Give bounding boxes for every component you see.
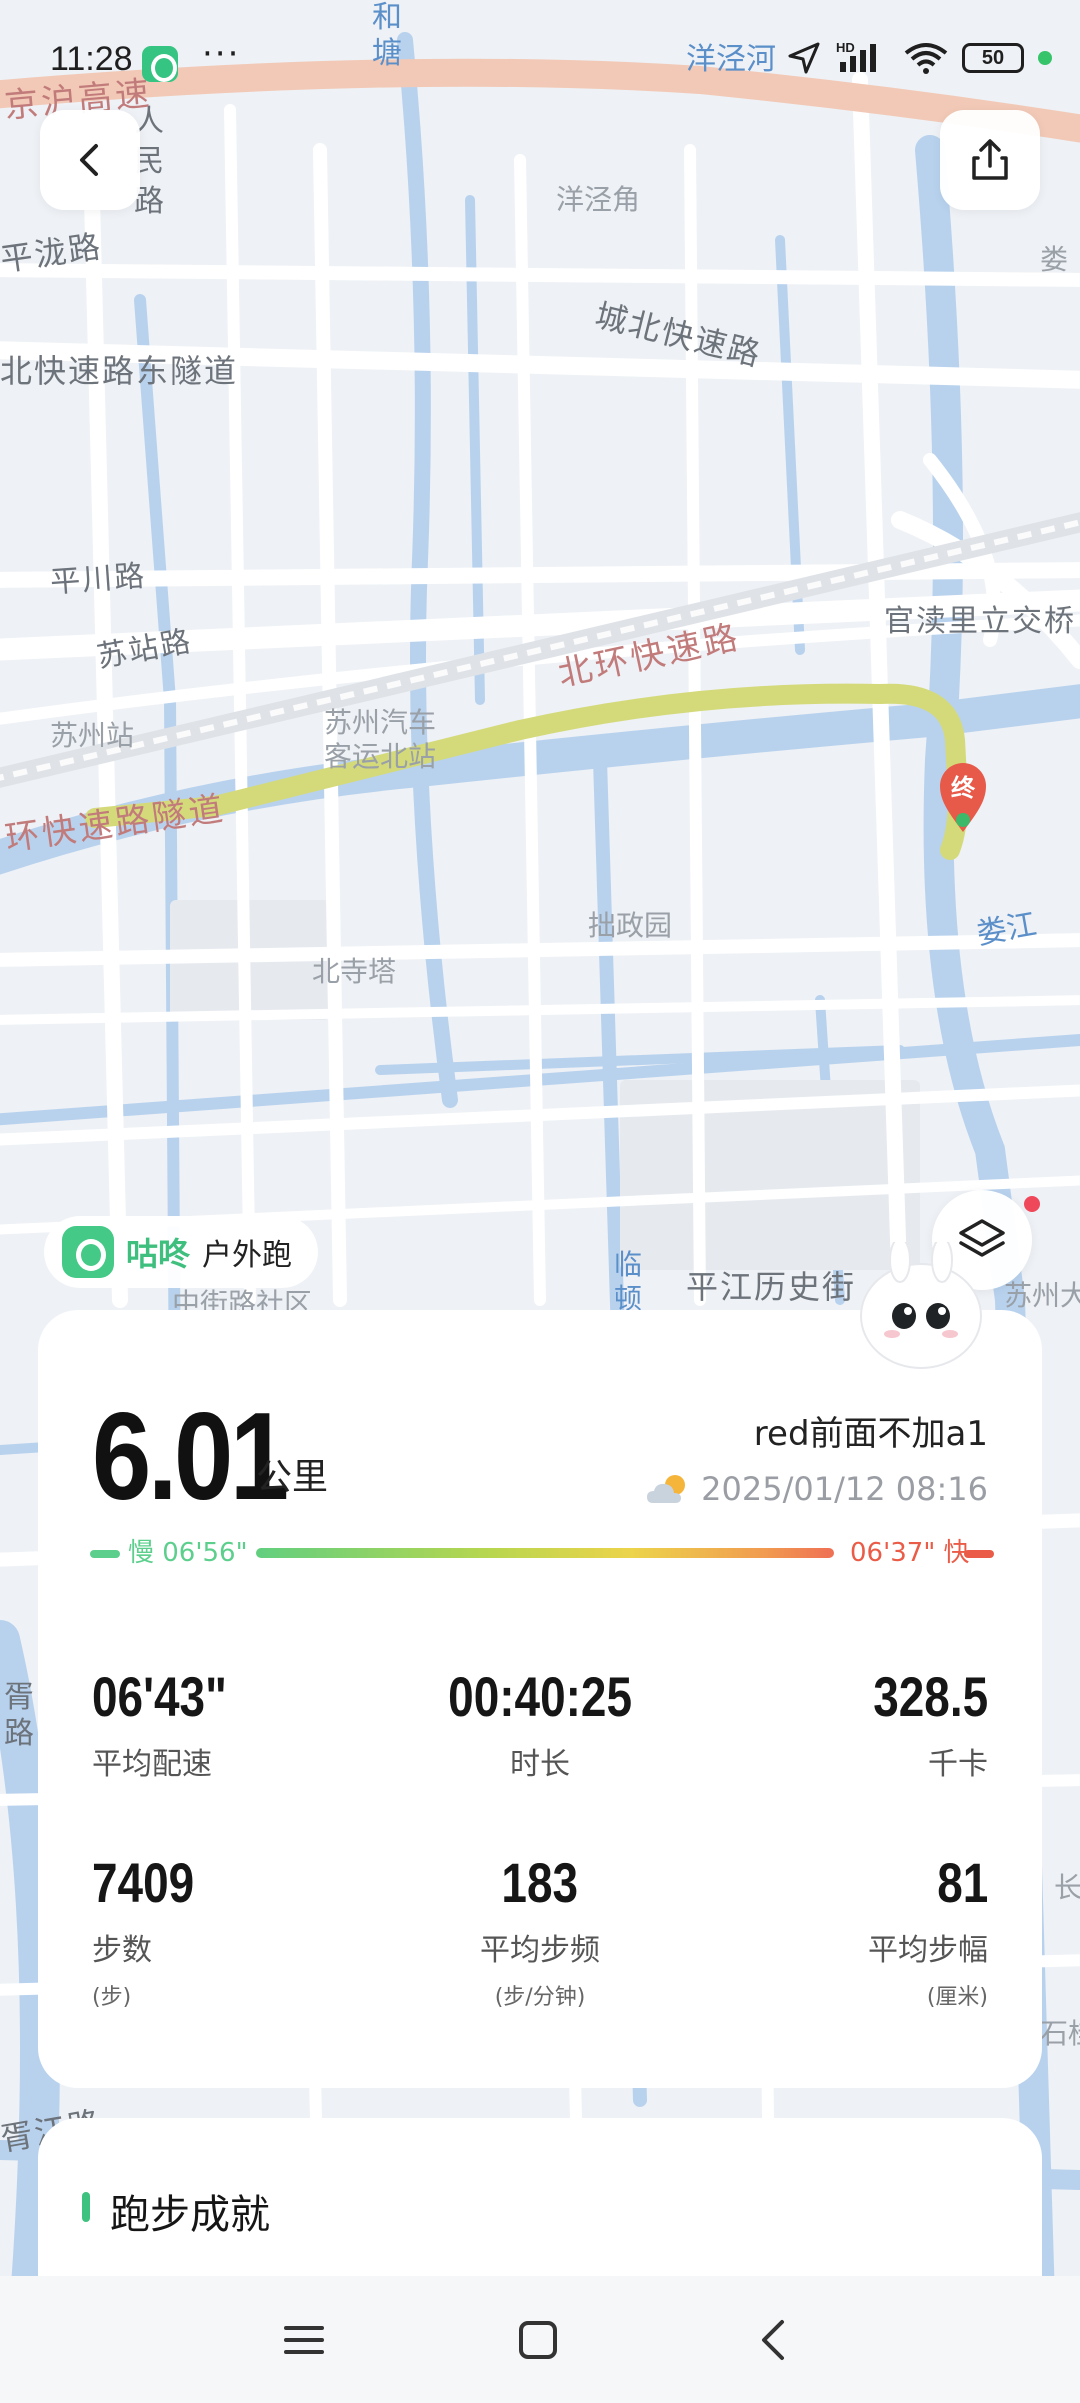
stat-label: 平均步频 xyxy=(480,1933,600,1968)
stat-value: 7409 xyxy=(92,1851,195,1914)
app-notification-icon xyxy=(142,46,178,82)
stat-unit: (厘米) xyxy=(926,1985,988,2010)
wifi-icon xyxy=(904,43,948,74)
codoon-logo-icon xyxy=(62,1226,114,1278)
map-label: 北快速路东隧道 xyxy=(0,352,239,390)
run-date-text: 2025/01/12 08:16 xyxy=(701,1470,988,1508)
stat-unit: (步/分钟) xyxy=(494,1985,586,2010)
nav-menu-button[interactable] xyxy=(274,2310,334,2370)
map-label: 平江历史街 xyxy=(686,1268,857,1306)
map-label: 苏州大 xyxy=(1004,1279,1080,1312)
pace-slow-label: 慢 06'56" xyxy=(128,1538,248,1568)
status-bar: 11:28 ··· HD 50 xyxy=(0,0,1080,110)
distance-unit: 公里 xyxy=(256,1457,329,1498)
stat-value: 81 xyxy=(936,1851,988,1914)
stat-value: 06'43" xyxy=(92,1665,227,1728)
stat-value: 328.5 xyxy=(873,1665,988,1728)
stat-calories: 328.5 千卡 xyxy=(708,1664,988,1783)
location-arrow-icon xyxy=(788,42,820,74)
map-label: 苏州汽车 客运北站 xyxy=(324,706,437,773)
partly-cloudy-icon xyxy=(647,1475,686,1503)
mascot-avatar[interactable] xyxy=(856,1242,986,1372)
achievements-title: 跑步成就 xyxy=(110,2192,270,2238)
battery-icon: 50 xyxy=(962,43,1024,73)
map-label: 洋泾角 xyxy=(556,183,641,216)
pace-range-bar: 慢 06'56" 06'37" 快 xyxy=(90,1532,994,1572)
map-label: 苏州站 xyxy=(50,719,135,752)
pace-slow-cap xyxy=(90,1550,120,1558)
stat-label: 平均配速 xyxy=(92,1747,212,1782)
back-button[interactable] xyxy=(40,110,140,210)
stat-value: 00:40:25 xyxy=(448,1665,632,1728)
map-label: 长 xyxy=(1054,1871,1080,1904)
stat-label: 步数 xyxy=(92,1933,152,1968)
stat-unit: (步) xyxy=(92,1985,132,2010)
run-title[interactable]: red前面不加a1 xyxy=(754,1406,988,1455)
run-summary-card: 6.01 公里 red前面不加a1 2025/01/12 08:16 慢 06'… xyxy=(38,1310,1042,2088)
brand-name: 咕咚 xyxy=(126,1235,191,1273)
back-chevron-icon xyxy=(762,2320,784,2360)
brand-badge: 咕咚 户外跑 xyxy=(44,1216,319,1288)
system-nav-bar xyxy=(0,2276,1080,2403)
share-button[interactable] xyxy=(940,110,1040,210)
activity-type: 户外跑 xyxy=(202,1238,293,1273)
stat-steps: 7409 步数 (步) xyxy=(92,1850,372,2011)
signal-icon: HD xyxy=(836,40,890,76)
nav-home-button[interactable] xyxy=(508,2310,568,2370)
pace-fast-cap xyxy=(964,1550,994,1558)
share-icon xyxy=(972,139,1008,180)
stat-label: 时长 xyxy=(510,1747,570,1782)
map-label: 平川路 xyxy=(49,558,148,601)
map-label: 石桂 xyxy=(1040,2017,1080,2050)
stat-value: 183 xyxy=(501,1851,579,1914)
nav-back-button[interactable] xyxy=(744,2310,804,2370)
notification-dot xyxy=(1024,1196,1040,1212)
home-square-icon xyxy=(519,2321,557,2359)
section-accent-bar xyxy=(82,2192,90,2222)
stat-label: 平均步幅 xyxy=(868,1933,988,1968)
stat-avg-pace: 06'43" 平均配速 xyxy=(92,1664,372,1783)
map-label: 胥 路 xyxy=(4,1680,36,1751)
map-label: 官渎里立交桥 xyxy=(884,604,1076,639)
pace-gradient-bar xyxy=(256,1548,834,1558)
route-end-marker[interactable]: 终 xyxy=(936,758,990,834)
map-label: 拙政园 xyxy=(588,909,673,942)
more-dots-icon: ··· xyxy=(202,34,241,74)
map-label: 娄 xyxy=(1040,243,1069,276)
map-label: 北寺塔 xyxy=(312,955,397,988)
pace-fast-label: 06'37" 快 xyxy=(850,1538,970,1568)
status-time: 11:28 xyxy=(50,40,133,78)
end-marker-label: 终 xyxy=(951,774,975,802)
stat-label: 千卡 xyxy=(928,1747,988,1782)
menu-icon xyxy=(284,2326,324,2354)
stat-cadence: 183 平均步频 (步/分钟) xyxy=(400,1850,680,2011)
stat-duration: 00:40:25 时长 xyxy=(400,1664,680,1783)
map-label: 临 顿 xyxy=(614,1248,643,1315)
stat-stride: 81 平均步幅 (厘米) xyxy=(708,1850,988,2011)
chevron-left-icon xyxy=(80,144,98,176)
run-datetime: 2025/01/12 08:16 xyxy=(645,1470,988,1508)
privacy-indicator-dot xyxy=(1038,51,1052,65)
